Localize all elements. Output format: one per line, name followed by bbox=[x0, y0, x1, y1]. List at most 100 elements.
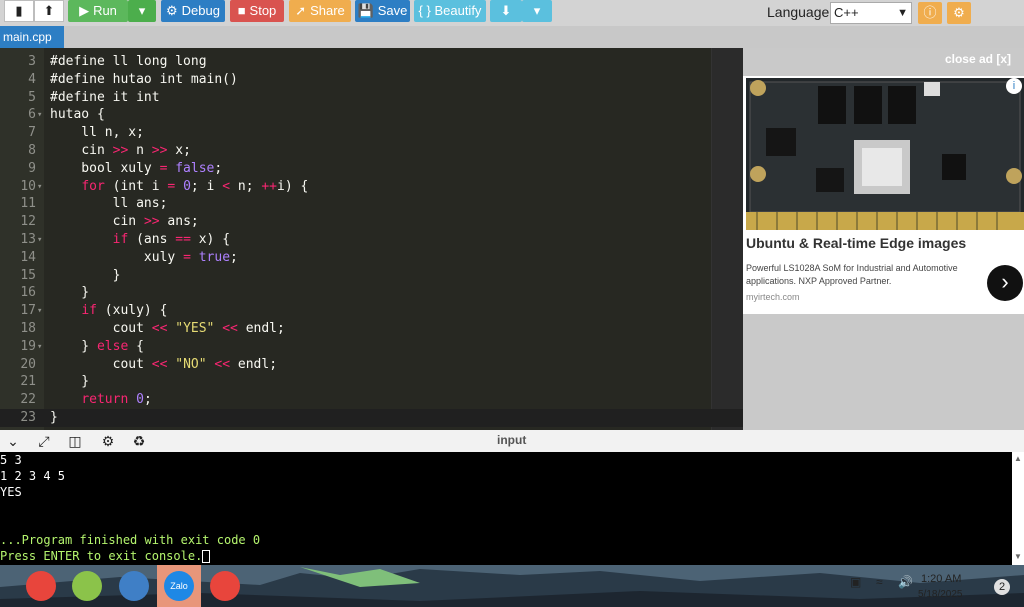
new-file-button[interactable]: ▮ bbox=[4, 0, 34, 22]
code-line[interactable]: 5 #define it int bbox=[0, 89, 743, 107]
beautify-button[interactable]: { } Beautify bbox=[414, 0, 486, 22]
ad-info-icon[interactable]: i bbox=[1006, 78, 1022, 94]
ad-next-button[interactable]: › bbox=[987, 265, 1023, 301]
ad-image[interactable]: i bbox=[746, 78, 1024, 230]
info-button[interactable]: ⓘ bbox=[918, 2, 942, 24]
run-dropdown-button[interactable]: ▾ bbox=[128, 0, 156, 22]
code-text: cin >> ans; bbox=[112, 214, 199, 230]
code-text: } else { bbox=[50, 338, 144, 354]
code-line[interactable]: 15 } bbox=[0, 267, 743, 285]
layout-icon[interactable]: ◫ bbox=[66, 433, 84, 450]
code-line[interactable]: 16 } bbox=[0, 284, 743, 302]
scroll-down-icon[interactable]: ▼ bbox=[1014, 552, 1022, 561]
code-line[interactable]: 14 xuly = true; bbox=[0, 249, 743, 267]
code-text: #define hutao int main() bbox=[50, 71, 238, 87]
line-number: 15 bbox=[20, 267, 36, 283]
code-line[interactable]: 21 } bbox=[0, 373, 743, 391]
code-text: if (xuly) { bbox=[81, 303, 168, 319]
code-line[interactable]: 22 return 0; bbox=[0, 391, 743, 409]
ad-url[interactable]: myirtech.com bbox=[746, 292, 800, 302]
fold-arrow-icon[interactable]: ▾ bbox=[37, 178, 42, 196]
expand-icon[interactable]: ⤢ bbox=[35, 433, 53, 450]
line-number: 12 bbox=[20, 214, 36, 230]
code-text: #define it int bbox=[50, 89, 160, 105]
code-line[interactable]: 9 bool xuly = false; bbox=[0, 160, 743, 178]
line-number: 8 bbox=[28, 143, 36, 158]
chevron-down-icon: ▼ bbox=[897, 7, 908, 19]
app-blue-icon[interactable] bbox=[119, 571, 149, 601]
console-output[interactable]: 5 3 1 2 3 4 5 YES ...Program finished wi… bbox=[0, 452, 1012, 565]
chevron-down-icon: ▾ bbox=[138, 3, 146, 18]
download-button[interactable]: ⬇ bbox=[490, 0, 522, 22]
code-line[interactable]: 23} bbox=[0, 409, 743, 427]
settings-button[interactable]: ⚙ bbox=[947, 2, 971, 24]
download-dropdown-button[interactable]: ▾ bbox=[522, 0, 552, 22]
language-select[interactable]: C++ ▼ bbox=[830, 2, 912, 24]
code-line[interactable]: 13 ▾ if (ans == x) { bbox=[0, 231, 743, 249]
code-line[interactable]: 17 ▾ if (xuly) { bbox=[0, 302, 743, 320]
toolbar: ▮ ⬆ ▶ Run ▾ ⚙ Debug ■ Stop ➚ Share 💾 Save { }… bbox=[0, 0, 1024, 26]
file-icon: ▮ bbox=[15, 3, 23, 18]
clock-time[interactable]: 1:20 AM bbox=[921, 573, 961, 585]
ad-card[interactable]: i Ubuntu & Real-time Edge images Powerfu… bbox=[743, 76, 1024, 314]
zalo-icon[interactable]: Zalo bbox=[164, 571, 194, 601]
close-ad-button[interactable]: close ad [x] bbox=[945, 52, 1011, 66]
code-line[interactable]: 10 ▾ for (int i = 0; i < n; ++i) { bbox=[0, 178, 743, 196]
code-text: bool xuly = false; bbox=[50, 160, 223, 176]
code-line[interactable]: 8 cin >> n >> x; bbox=[0, 142, 743, 160]
code-line[interactable]: 6 ▾ hutao { bbox=[0, 106, 743, 124]
run-button[interactable]: ▶ Run bbox=[68, 0, 128, 22]
tab-main-cpp[interactable]: main.cpp bbox=[0, 26, 64, 48]
fold-arrow-icon[interactable]: ▾ bbox=[37, 302, 42, 320]
code-editor[interactable]: 3 #define ll long long 4 #define hutao int … bbox=[0, 48, 743, 430]
line-number: 18 bbox=[20, 321, 36, 336]
clock-date[interactable]: 5/18/2025 bbox=[918, 589, 963, 600]
line-number: 22 bbox=[20, 392, 36, 408]
save-button[interactable]: 💾 Save bbox=[355, 0, 410, 22]
play-icon: ▶ bbox=[79, 3, 90, 18]
console-line: YES bbox=[0, 485, 22, 499]
fold-arrow-icon[interactable]: ▾ bbox=[37, 231, 42, 249]
line-number: 16 bbox=[20, 285, 36, 301]
code-text: for (int i = 0; i < n; ++i) { bbox=[81, 178, 309, 194]
code-text: xuly = true; bbox=[50, 249, 238, 265]
code-text: } bbox=[50, 374, 90, 390]
code-line[interactable]: 3 #define ll long long bbox=[0, 53, 743, 71]
line-number: 14 bbox=[20, 249, 36, 265]
network-icon[interactable]: ▣ bbox=[850, 575, 861, 589]
upload-button[interactable]: ⬆ bbox=[34, 0, 64, 22]
chrome-icon[interactable] bbox=[26, 571, 56, 601]
collapse-icon[interactable]: ⌄ bbox=[4, 433, 22, 450]
save-icon: 💾 bbox=[357, 3, 374, 18]
ad-title[interactable]: Ubuntu & Real-time Edge images bbox=[746, 235, 966, 251]
line-number: 10 bbox=[20, 178, 36, 194]
ad-panel: close ad [x] i Ubuntu & Real-time Edge i… bbox=[743, 48, 1024, 430]
notification-badge[interactable]: 2 bbox=[994, 579, 1010, 595]
code-line[interactable]: 12 cin >> ans; bbox=[0, 213, 743, 231]
console-line: 5 3 bbox=[0, 453, 22, 467]
app-green-icon[interactable] bbox=[72, 571, 102, 601]
wifi-icon[interactable]: ≈ bbox=[876, 575, 883, 589]
io-header: ⌄ ⤢ ◫ ⚙ ♻ input bbox=[0, 430, 1024, 452]
fold-arrow-icon[interactable]: ▾ bbox=[37, 106, 42, 124]
gear-icon[interactable]: ⚙ bbox=[99, 433, 117, 450]
share-button[interactable]: ➚ Share bbox=[289, 0, 351, 22]
console-line: ...Program finished with exit code 0 bbox=[0, 533, 261, 547]
volume-icon[interactable]: 🔊 bbox=[898, 575, 913, 589]
debug-button[interactable]: ⚙ Debug bbox=[161, 0, 225, 22]
code-line[interactable]: 19 ▾ } else { bbox=[0, 338, 743, 356]
code-line[interactable]: 7 ll n, x; bbox=[0, 124, 743, 142]
code-line[interactable]: 18 cout << "YES" << endl; bbox=[0, 320, 743, 338]
scroll-up-icon[interactable]: ▲ bbox=[1014, 454, 1022, 463]
fold-arrow-icon[interactable]: ▾ bbox=[37, 338, 42, 356]
code-text: cout << "YES" << endl; bbox=[112, 321, 285, 336]
clear-console-icon[interactable]: ♻ bbox=[130, 433, 148, 450]
code-line[interactable]: 11 ll ans; bbox=[0, 195, 743, 213]
console-scrollbar[interactable]: ▲ ▼ bbox=[1012, 452, 1024, 565]
code-line[interactable]: 20 cout << "NO" << endl; bbox=[0, 356, 743, 374]
code-text: cin >> n >> x; bbox=[81, 143, 191, 158]
stop-button[interactable]: ■ Stop bbox=[230, 0, 284, 22]
chrome-icon[interactable] bbox=[210, 571, 240, 601]
line-number: 17 bbox=[20, 303, 36, 319]
code-line[interactable]: 4 #define hutao int main() bbox=[0, 71, 743, 89]
